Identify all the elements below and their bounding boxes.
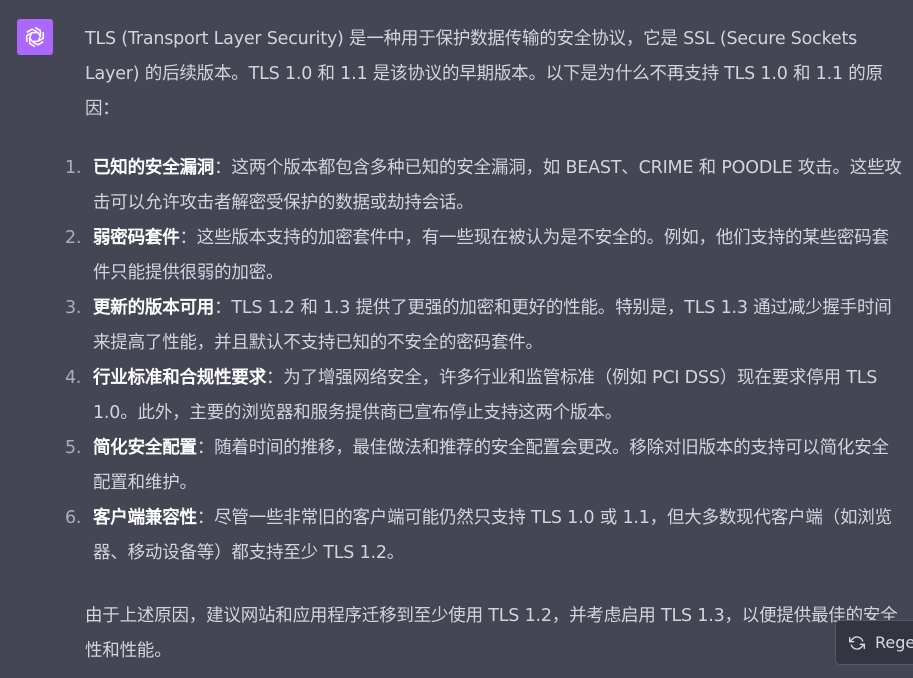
list-item-title: 行业标准和合规性要求 [93,368,266,388]
openai-logo-icon [25,26,45,48]
list-number: 5. [65,438,82,458]
list-number: 3. [65,298,82,318]
list-item-text: ：这些版本支持的加密套件中，有一些现在被认为是不安全的。例如，他们支持的某些密码… [93,228,889,283]
list-item: 1. 已知的安全漏洞：这两个版本都包含多种已知的安全漏洞，如 BEAST、CRI… [65,151,903,221]
list-item-title: 已知的安全漏洞 [93,158,215,178]
list-number: 4. [65,368,82,388]
list-number: 1. [65,158,82,178]
list-item-text: ：尽管一些非常旧的客户端可能仍然只支持 TLS 1.0 或 1.1，但大多数现代… [93,508,892,563]
list-item-text: ：这两个版本都包含多种已知的安全漏洞，如 BEAST、CRIME 和 POODL… [93,158,902,213]
list-number: 6. [65,508,82,528]
list-item-title: 更新的版本可用 [93,298,215,318]
list-item: 2. 弱密码套件：这些版本支持的加密套件中，有一些现在被认为是不安全的。例如，他… [65,221,903,291]
refresh-icon [849,635,865,650]
list-item: 6. 客户端兼容性：尽管一些非常旧的客户端可能仍然只支持 TLS 1.0 或 1… [65,501,903,571]
message-intro: TLS (Transport Layer Security) 是一种用于保护数据… [85,29,883,119]
list-item: 5. 简化安全配置：随着时间的推移，最佳做法和推荐的安全配置会更改。移除对旧版本… [65,431,903,501]
list-number: 2. [65,228,82,248]
list-item-title: 客户端兼容性 [93,508,197,528]
regenerate-button[interactable]: Regenerate response [835,620,913,665]
assistant-avatar [17,19,53,55]
list-item-title: 简化安全配置 [93,438,197,458]
regenerate-label: Regenerate response [875,633,913,652]
list-item-text: ：随着时间的推移，最佳做法和推荐的安全配置会更改。移除对旧版本的支持可以简化安全… [93,438,889,493]
list-item: 4. 行业标准和合规性要求：为了增强网络安全，许多行业和监管标准（例如 PCI … [65,361,903,431]
message-conclusion: 由于上述原因，建议网站和应用程序迁移到至少使用 TLS 1.2，并考虑启用 TL… [85,606,898,661]
list-item: 3. 更新的版本可用：TLS 1.2 和 1.3 提供了更强的加密和更好的性能。… [65,291,903,361]
reason-list: 1. 已知的安全漏洞：这两个版本都包含多种已知的安全漏洞，如 BEAST、CRI… [65,151,903,571]
assistant-message: TLS (Transport Layer Security) 是一种用于保护数据… [65,22,903,669]
list-item-title: 弱密码套件 [93,228,180,248]
